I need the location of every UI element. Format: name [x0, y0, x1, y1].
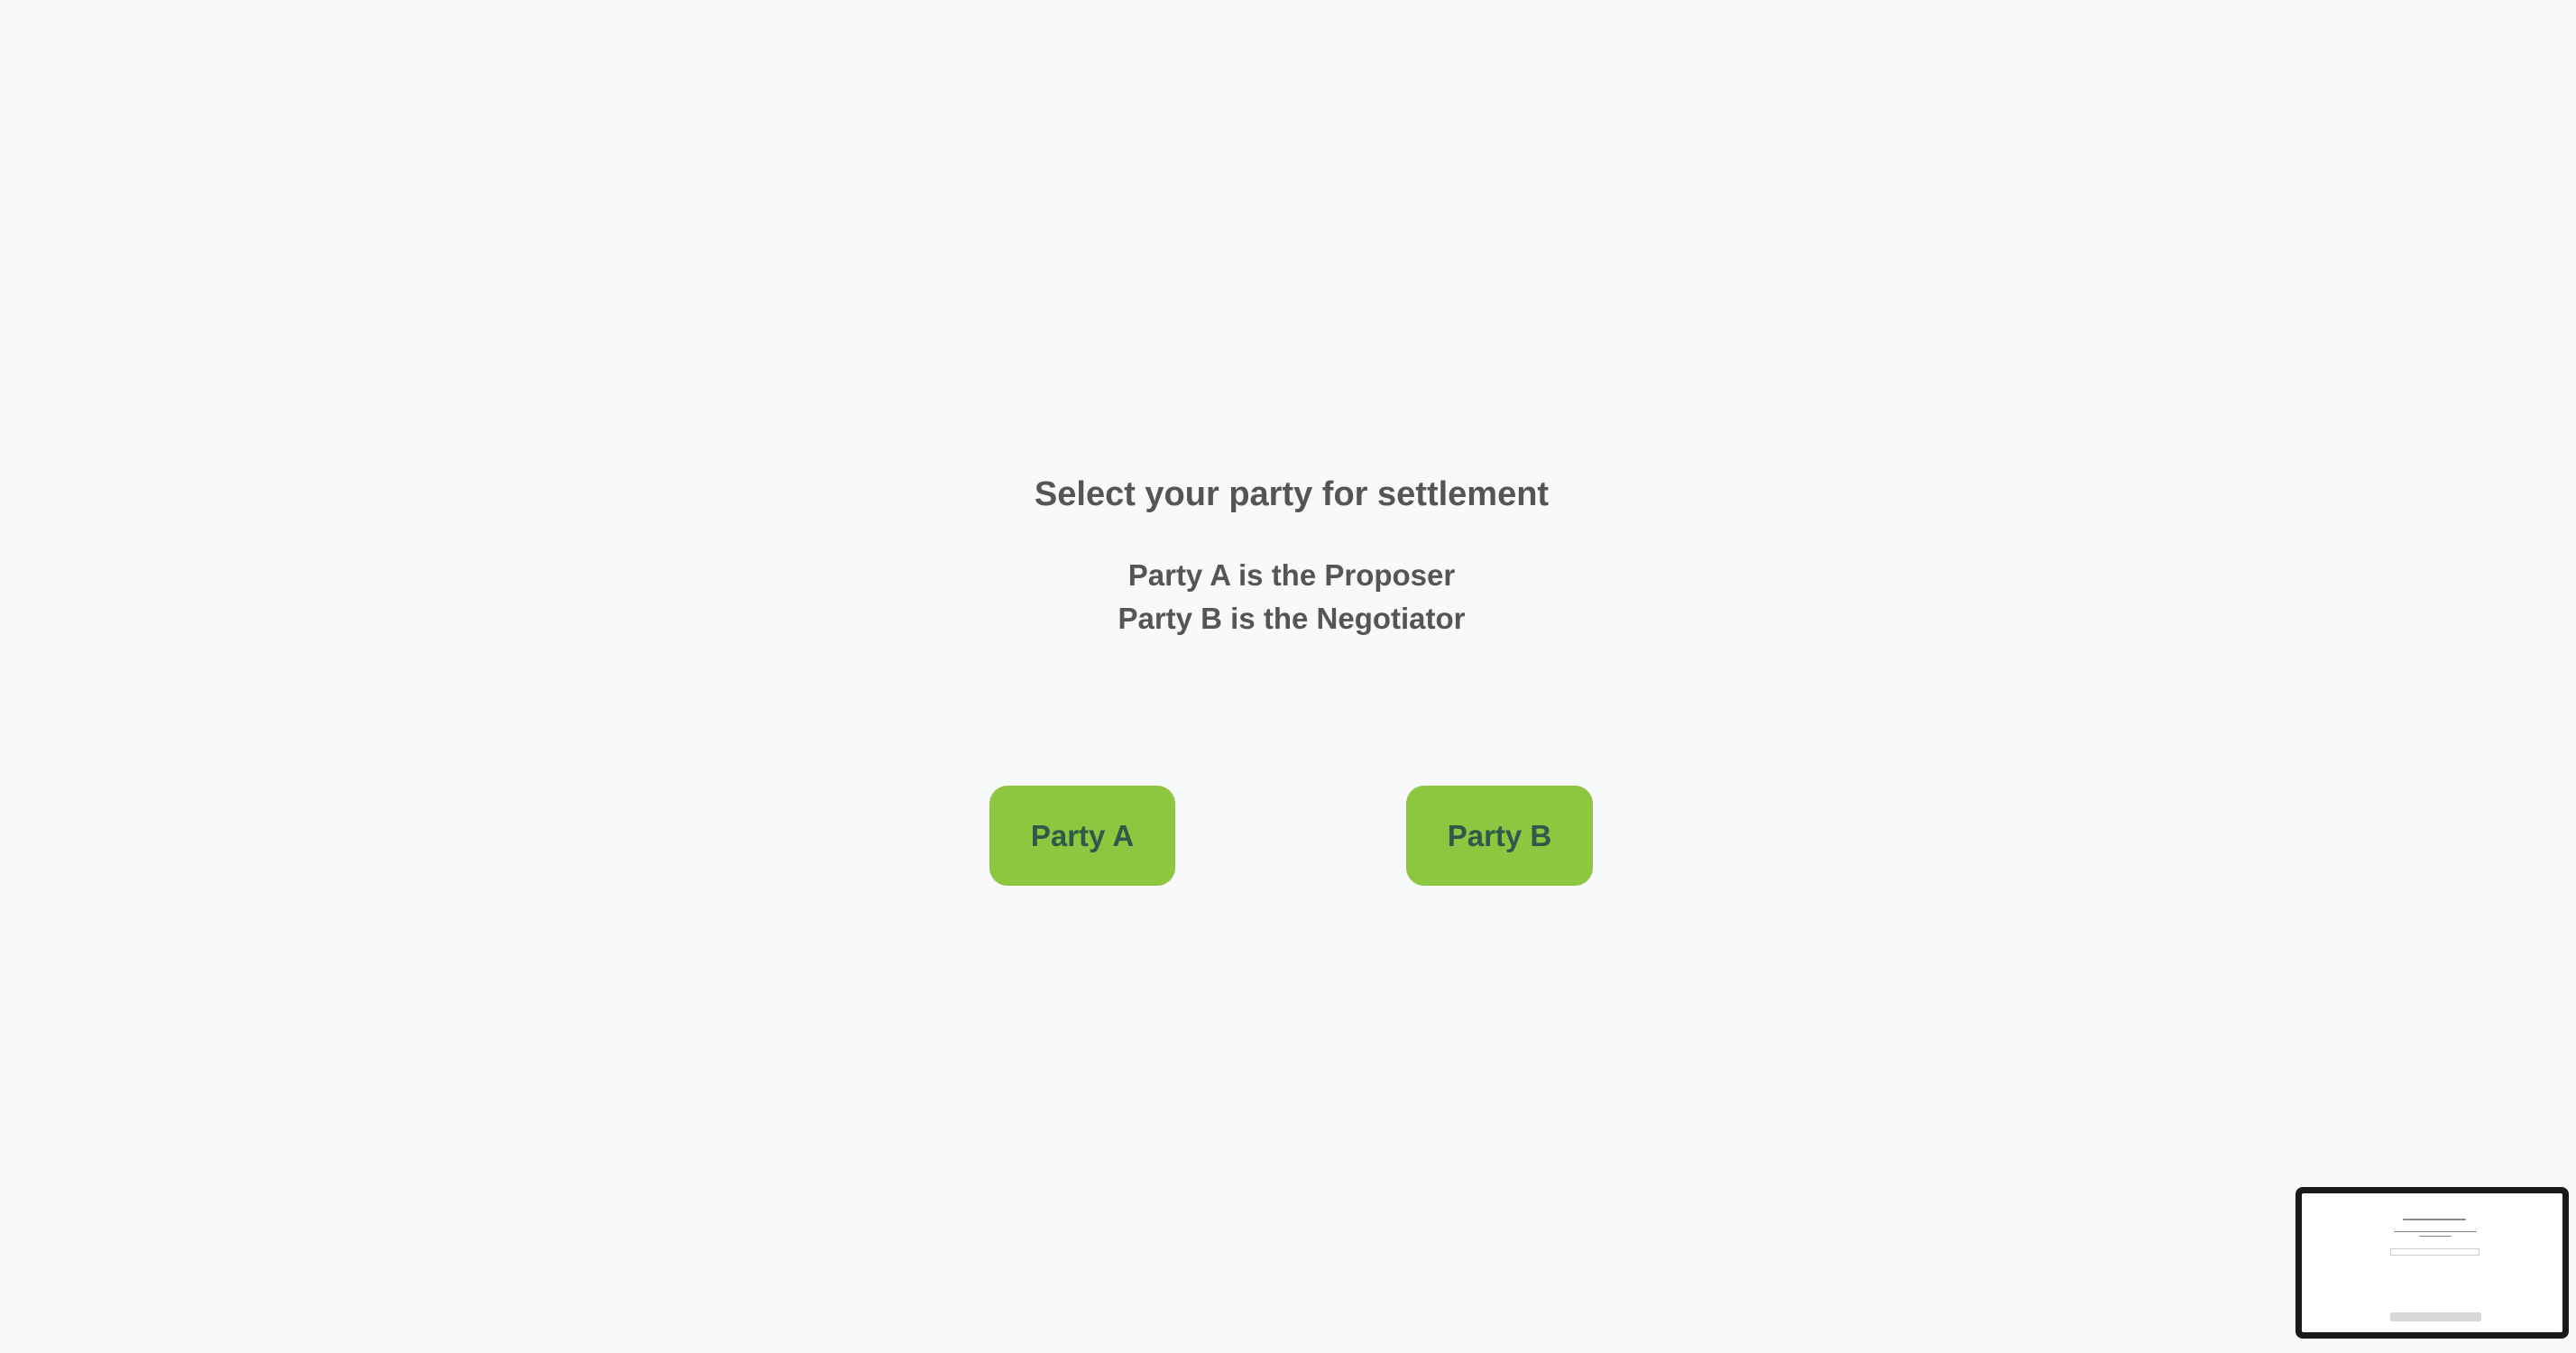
preview-input — [2390, 1248, 2479, 1256]
party-selection-page: Select your party for settlement Party A… — [0, 0, 2576, 1353]
preview-title-line — [2403, 1219, 2466, 1220]
preview-button — [2390, 1312, 2481, 1321]
preview-screen — [2302, 1193, 2562, 1332]
preview-text-line — [2419, 1236, 2452, 1237]
role-description: Party A is the Proposer Party B is the N… — [0, 554, 2576, 640]
party-a-button[interactable]: Party A — [989, 786, 1175, 886]
party-b-role-text: Party B is the Negotiator — [1118, 602, 1466, 635]
preview-text-line — [2394, 1231, 2477, 1232]
party-b-button[interactable]: Party B — [1406, 786, 1593, 886]
page-title: Select your party for settlement — [1034, 475, 1550, 513]
screen-preview-thumbnail[interactable] — [2295, 1187, 2569, 1339]
party-a-role-text: Party A is the Proposer — [1127, 558, 1456, 592]
